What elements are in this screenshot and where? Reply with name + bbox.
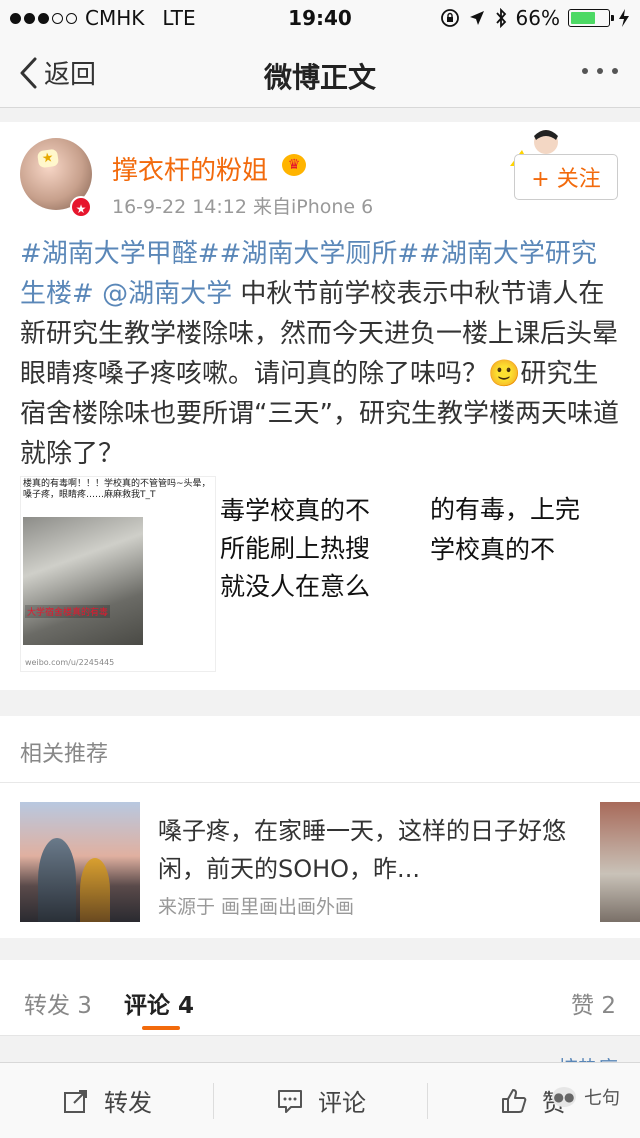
related-thumbnail[interactable] xyxy=(20,802,140,922)
location-icon xyxy=(469,11,484,25)
thumbs-up-icon xyxy=(502,1088,527,1113)
related-source: 来源于 画里画出画外画 xyxy=(158,896,355,918)
active-tab-indicator xyxy=(142,1026,180,1030)
post-card: ★ ★ 撑衣杆的粉姐 ♛ 16-9-22 14:12 来自iPhone 6 + … xyxy=(0,122,640,690)
repost-button[interactable]: 转发 xyxy=(62,1083,152,1118)
image-text-line: 学校真的不 xyxy=(430,535,556,564)
post-image-1[interactable]: 楼真的有毒啊！！！学校真的不管管吗~头晕，嗓子疼，眼睛疼……麻麻救我T_T 大学… xyxy=(20,476,216,672)
comment-label: 评论 xyxy=(318,1089,366,1117)
bluetooth-icon xyxy=(495,8,506,28)
smile-emoji-icon: 🙂 xyxy=(488,359,521,389)
divider xyxy=(427,1083,428,1119)
back-button[interactable]: 返回 xyxy=(18,54,96,91)
cat-photo xyxy=(23,517,143,645)
image-text-line: 毒学校真的不 xyxy=(220,496,371,525)
interaction-tabs: 转发 3 评论 4 赞 2 xyxy=(0,960,640,1036)
avatar-sticker: ★ xyxy=(36,148,59,169)
related-text[interactable]: 嗓子疼，在家睡一天，这样的日子好悠闲，前天的SOHO，昨... xyxy=(158,812,578,888)
image-footer: weibo.com/u/2245445 xyxy=(25,658,115,667)
repost-icon xyxy=(64,1089,87,1113)
tab-repost[interactable]: 转发 3 xyxy=(24,986,92,1020)
verified-badge-icon: ★ xyxy=(70,196,92,218)
vip-crown-icon: ♛ xyxy=(282,154,306,176)
tab-like[interactable]: 赞 2 xyxy=(571,986,616,1020)
post-body: #湖南大学甲醛##湖南大学厕所##湖南大学研究生楼# @湖南大学 中秋节前学校表… xyxy=(20,234,620,474)
image-text-line: 的有毒，上完 xyxy=(430,495,581,524)
follow-button[interactable]: + 关注 xyxy=(514,154,618,200)
back-label: 返回 xyxy=(44,60,97,90)
mention-link[interactable]: @湖南大学 xyxy=(102,279,232,309)
comment-icon xyxy=(278,1089,302,1113)
image-caption: 楼真的有毒啊！！！学校真的不管管吗~头晕，嗓子疼，眼睛疼……麻麻救我T_T xyxy=(23,479,211,500)
related-title: 相关推荐 xyxy=(20,742,109,767)
tab-comment[interactable]: 评论 4 xyxy=(124,986,194,1020)
post-meta: 16-9-22 14:12 来自iPhone 6 xyxy=(112,196,374,218)
bottom-toolbar: 转发 评论 赞 xyxy=(0,1062,640,1138)
divider xyxy=(213,1083,214,1119)
post-image-2[interactable]: 毒学校真的不 所能刷上热搜 就没人在意么 xyxy=(220,476,416,672)
battery-percent: 66% xyxy=(515,6,560,30)
rotation-lock-icon xyxy=(440,9,459,27)
related-next-thumbnail[interactable] xyxy=(600,802,640,922)
comment-button[interactable]: 评论 xyxy=(276,1083,366,1118)
repost-label: 转发 xyxy=(104,1089,152,1117)
watermark: ●● 七句 xyxy=(552,1084,620,1110)
charging-icon xyxy=(619,9,629,27)
divider xyxy=(0,782,640,783)
chevron-left-icon xyxy=(20,57,37,88)
author-name[interactable]: 撑衣杆的粉姐 xyxy=(112,150,268,187)
post-image-grid: 楼真的有毒啊！！！学校真的不管管吗~头晕，嗓子疼，眼睛疼……麻麻救我T_T 大学… xyxy=(20,476,620,672)
status-bar: CMHK LTE 19:40 66% xyxy=(0,0,640,36)
related-section: 相关推荐 嗓子疼，在家睡一天，这样的日子好悠闲，前天的SOHO，昨... 来源于… xyxy=(0,716,640,938)
image-text-line: 就没人在意么 xyxy=(220,572,371,601)
image-sticker-text: 大学宿舍楼真的有毒 xyxy=(25,605,111,618)
nav-bar: 返回 微博正文 xyxy=(0,36,640,108)
battery-icon xyxy=(568,9,614,27)
watermark-text: 七句 xyxy=(584,1088,620,1109)
wechat-icon: ●● xyxy=(552,1087,576,1107)
more-menu-icon[interactable] xyxy=(582,56,618,74)
image-text-line: 所能刷上热搜 xyxy=(220,534,371,563)
post-image-3[interactable]: 的有毒，上完 学校真的不 xyxy=(424,476,620,672)
